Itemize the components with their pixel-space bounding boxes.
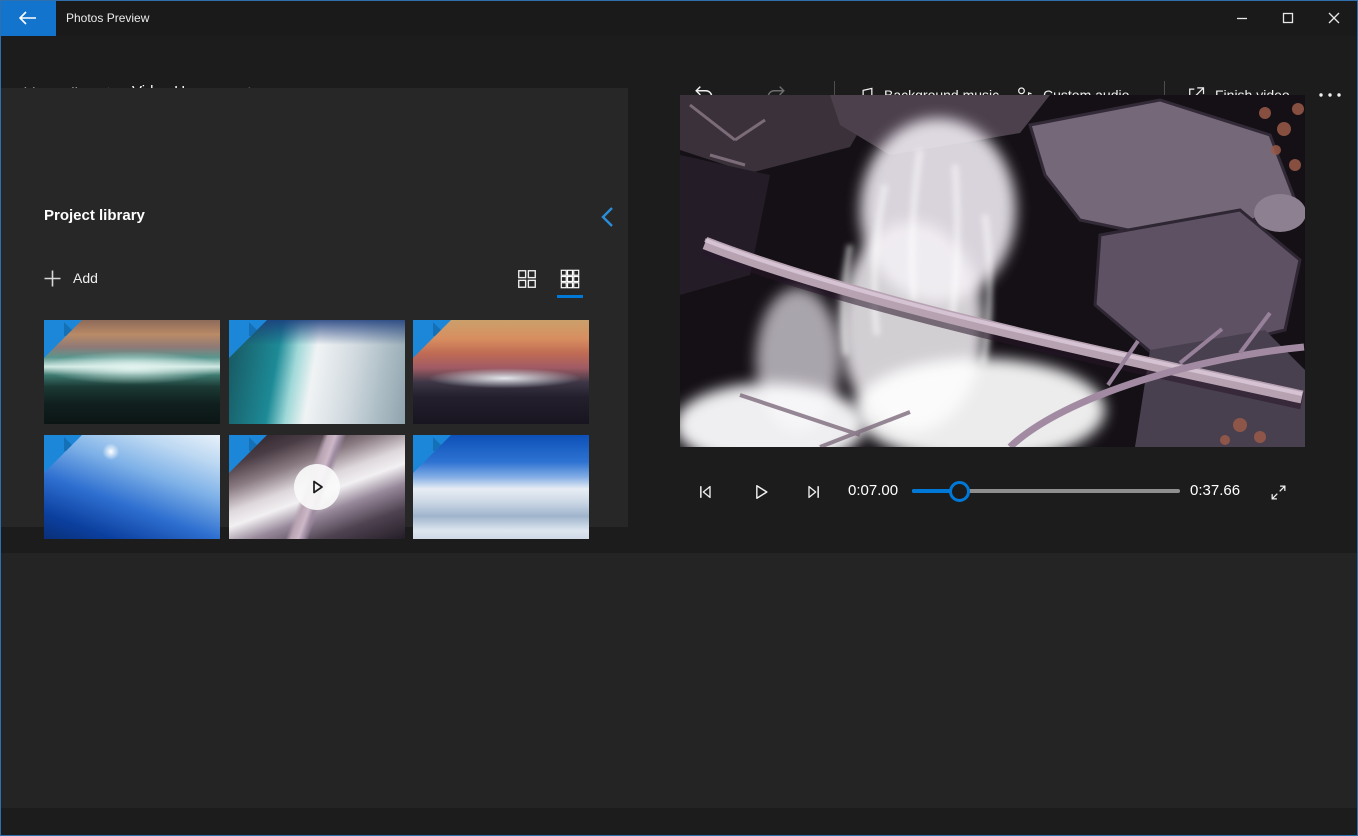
waterfall-preview-art [680,95,1305,447]
in-storyboard-flag-icon [44,435,82,473]
play-button[interactable] [746,477,776,507]
library-thumb-waterfall-video[interactable] [229,435,405,539]
maximize-button[interactable] [1265,0,1311,36]
library-thumb-iceberg-reflection[interactable] [44,320,220,424]
collapse-panel-button[interactable] [592,202,622,232]
add-label: Add [73,270,98,286]
next-frame-button[interactable] [799,477,829,507]
minimize-button[interactable] [1219,0,1265,36]
horizontal-scroll-zone [0,808,1358,836]
back-button[interactable] [0,0,56,36]
in-storyboard-flag-icon [44,320,82,358]
in-storyboard-flag-icon [229,320,267,358]
library-thumb-iceberg-sunset[interactable] [413,320,589,424]
seek-thumb[interactable] [949,481,970,502]
project-library-panel: Project library Add [0,88,628,527]
storyboard-panel: Storyboard A Add title card Trim Split [0,553,1358,808]
in-storyboard-flag-icon [413,435,451,473]
library-thumb-snow-mountain[interactable] [413,435,589,539]
titlebar: Photos Preview [0,0,1358,36]
close-button[interactable] [1311,0,1357,36]
selected-view-underline [557,295,583,298]
back-arrow-icon [19,11,37,25]
grid-small-view-button[interactable] [556,265,584,293]
library-thumb-blue-slope[interactable] [44,435,220,539]
more-options-button[interactable] [1312,82,1348,108]
header-bar: Video Editor Video Uno Background music … [0,36,1358,88]
total-time: 0:37.66 [1190,482,1240,499]
current-time: 0:07.00 [848,482,898,499]
play-icon [294,464,340,510]
grid-large-view-button[interactable] [513,265,541,293]
project-library-title: Project library [44,207,145,224]
video-preview[interactable] [680,95,1305,447]
previous-frame-button[interactable] [690,477,720,507]
plus-icon [44,270,61,287]
in-storyboard-flag-icon [413,320,451,358]
add-media-button[interactable]: Add [44,264,98,292]
in-storyboard-flag-icon [229,435,267,473]
app-title: Photos Preview [66,0,149,36]
fullscreen-button[interactable] [1263,477,1293,507]
library-thumb-iceberg-closeup[interactable] [229,320,405,424]
